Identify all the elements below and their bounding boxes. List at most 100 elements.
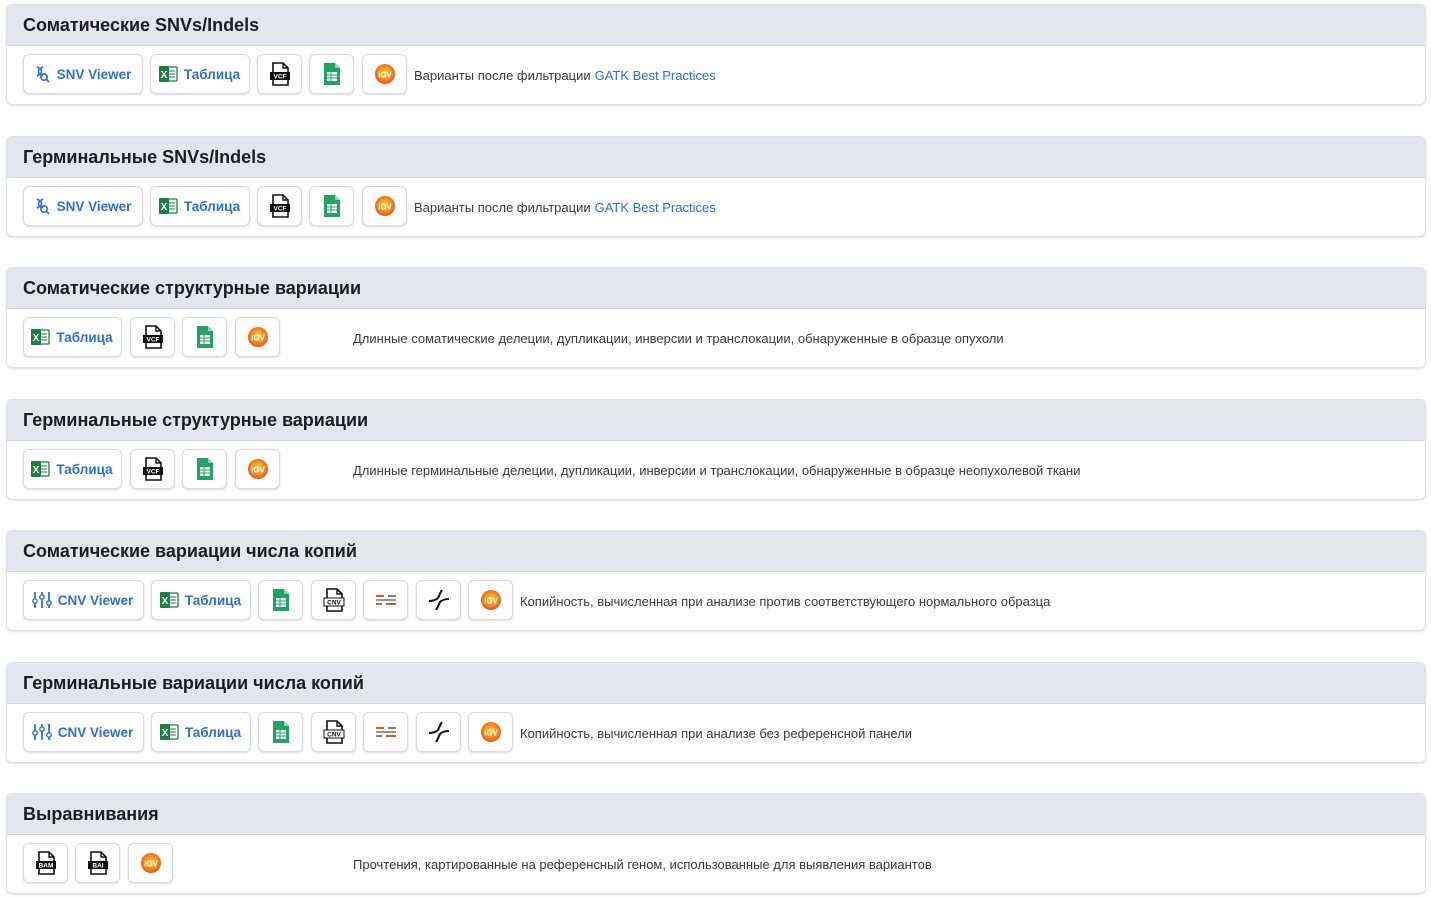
description-text: Копийность, вычисленная при анализе прот… (520, 593, 1051, 609)
svg-text:X: X (33, 333, 40, 344)
table-label: Таблица (183, 198, 241, 214)
panel-description: Варианты после фильтрации GATK Best Prac… (414, 46, 716, 104)
sheets-button[interactable] (309, 54, 354, 94)
excel-icon: X (159, 723, 179, 741)
snv-viewer-label: SNV Viewer (56, 66, 132, 82)
segments-icon (374, 722, 398, 742)
cnv-chart-icon (31, 590, 52, 610)
svg-text:BAI: BAI (92, 863, 103, 870)
panel-germline-sv: Герминальные структурные вариации X Табл… (6, 399, 1426, 500)
igv-icon: iGV (246, 325, 270, 349)
panel-description: Прочтения, картированные на референсный … (353, 835, 932, 893)
excel-icon: X (158, 65, 178, 83)
cnv-viewer-button[interactable]: CNV Viewer (23, 712, 144, 752)
spreadsheet-icon (271, 720, 291, 744)
svg-text:X: X (162, 596, 169, 607)
cnv-viewer-label: CNV Viewer (57, 724, 134, 740)
gatk-link[interactable]: GATK Best Practices (595, 68, 716, 83)
svg-text:iGV: iGV (251, 466, 265, 475)
cnv-download-button[interactable]: CNV (311, 712, 356, 752)
igv-button[interactable]: iGV (468, 580, 513, 620)
igv-button[interactable]: iGV (362, 186, 407, 226)
panel-title: Выравнивания (7, 794, 1425, 835)
snv-viewer-label: SNV Viewer (56, 198, 132, 214)
svg-text:iGV: iGV (144, 860, 158, 869)
cnv-download-button[interactable]: CNV (311, 580, 356, 620)
table-label: Таблица (183, 66, 241, 82)
panel-title: Герминальные SNVs/Indels (7, 137, 1425, 178)
snv-viewer-button[interactable]: SNV Viewer (23, 186, 143, 226)
igv-button[interactable]: iGV (235, 449, 280, 489)
breakpoints-button[interactable] (416, 712, 461, 752)
panel-description: Копийность, вычисленная при анализе без … (520, 704, 912, 762)
sheets-button[interactable] (182, 317, 227, 357)
svg-text:VCF: VCF (273, 74, 286, 81)
panel-somatic-cnv: Соматические вариации числа копий CNV Vi… (6, 530, 1426, 631)
svg-text:X: X (33, 465, 40, 476)
table-label: Таблица (184, 724, 242, 740)
igv-button[interactable]: iGV (128, 843, 173, 883)
table-button[interactable]: X Таблица (150, 54, 250, 94)
bam-file-icon: BAM (35, 851, 57, 875)
breakpoints-button[interactable] (416, 580, 461, 620)
vcf-download-button[interactable]: VCF (130, 317, 175, 357)
svg-text:iGV: iGV (378, 203, 392, 212)
vcf-download-button[interactable]: VCF (257, 186, 302, 226)
segments-icon (374, 590, 398, 610)
table-button[interactable]: X Таблица (23, 449, 122, 489)
spreadsheet-icon (195, 325, 215, 349)
svg-text:X: X (161, 70, 168, 81)
sheets-button[interactable] (309, 186, 354, 226)
bai-file-icon: BAI (87, 851, 109, 875)
description-text: Прочтения, картированные на референсный … (353, 856, 932, 872)
panel-description: Копийность, вычисленная при анализе прот… (520, 572, 1050, 630)
table-button[interactable]: X Таблица (150, 186, 250, 226)
igv-button[interactable]: iGV (362, 54, 407, 94)
bam-download-button[interactable]: BAM (23, 843, 68, 883)
sheets-button[interactable] (258, 712, 303, 752)
bai-download-button[interactable]: BAI (75, 843, 120, 883)
igv-button[interactable]: iGV (235, 317, 280, 357)
igv-icon: iGV (479, 720, 503, 744)
igv-icon: iGV (373, 194, 397, 218)
cnv-file-icon: CNV (323, 720, 345, 744)
table-button[interactable]: X Таблица (151, 580, 251, 620)
igv-icon: iGV (479, 588, 503, 612)
igv-icon: iGV (373, 62, 397, 86)
cnv-viewer-button[interactable]: CNV Viewer (23, 580, 144, 620)
igv-button[interactable]: iGV (468, 712, 513, 752)
sheets-button[interactable] (182, 449, 227, 489)
panel-title: Соматические SNVs/Indels (7, 5, 1425, 46)
panel-title: Соматические структурные вариации (7, 268, 1425, 309)
spreadsheet-icon (322, 62, 342, 86)
excel-icon: X (159, 591, 179, 609)
description-text: Копийность, вычисленная при анализе без … (520, 725, 913, 741)
svg-text:X: X (162, 728, 169, 739)
svg-text:X: X (161, 202, 168, 213)
igv-icon: iGV (139, 851, 163, 875)
gatk-link[interactable]: GATK Best Practices (595, 200, 716, 215)
snv-viewer-button[interactable]: SNV Viewer (23, 54, 143, 94)
spreadsheet-icon (271, 588, 291, 612)
breakpoint-icon (427, 720, 451, 744)
panel-title: Соматические вариации числа копий (7, 531, 1425, 572)
excel-icon: X (30, 460, 51, 478)
svg-text:VCF: VCF (146, 469, 159, 476)
sheets-button[interactable] (258, 580, 303, 620)
table-button[interactable]: X Таблица (23, 317, 122, 357)
svg-text:iGV: iGV (378, 71, 392, 80)
panel-somatic-sv: Соматические структурные вариации X Табл… (6, 267, 1426, 368)
panel-germline-cnv: Герминальные вариации числа копий CNV Vi… (6, 662, 1426, 763)
table-button[interactable]: X Таблица (151, 712, 251, 752)
description-text: Длинные соматические делеции, дупликации… (353, 330, 1004, 346)
vcf-download-button[interactable]: VCF (130, 449, 175, 489)
vcf-file-icon: VCF (269, 62, 291, 86)
vcf-file-icon: VCF (142, 457, 164, 481)
svg-text:iGV: iGV (251, 334, 265, 343)
panel-title: Герминальные вариации числа копий (7, 663, 1425, 704)
segments-button[interactable] (363, 712, 408, 752)
segments-button[interactable] (363, 580, 408, 620)
svg-text:BAM: BAM (38, 863, 53, 870)
dna-search-icon (33, 65, 51, 83)
vcf-download-button[interactable]: VCF (257, 54, 302, 94)
